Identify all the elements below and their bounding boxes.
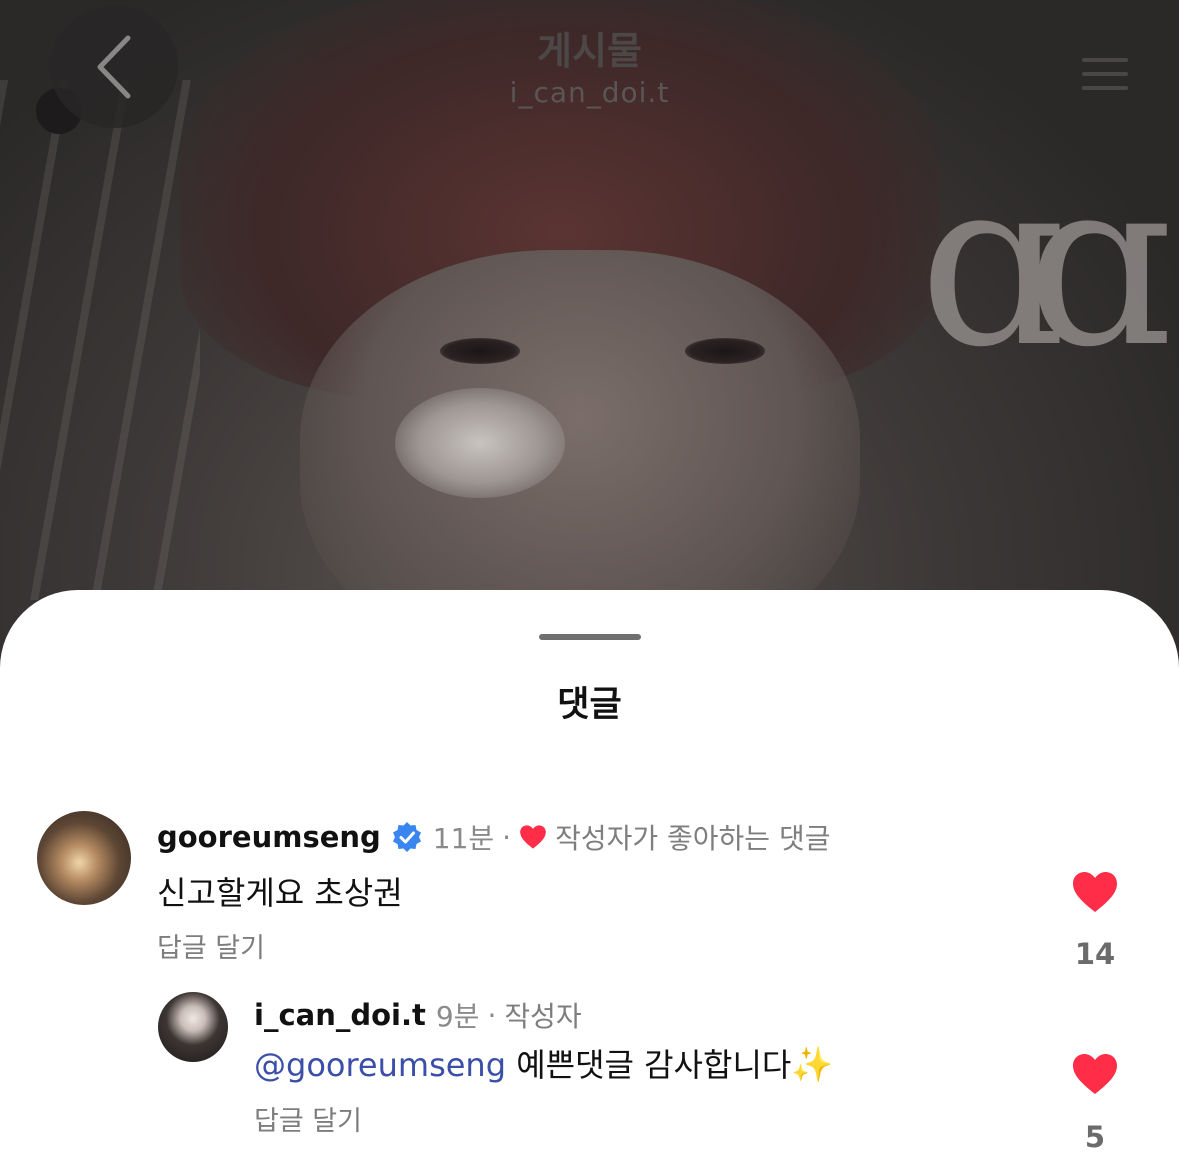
- comment-header: i_can_doi.t 9분 · 작성자: [254, 995, 582, 1035]
- like-heart-icon[interactable]: [1071, 1052, 1119, 1096]
- mention-link[interactable]: @gooreumseng: [254, 1046, 506, 1084]
- post-photo-eye-right: [685, 338, 765, 364]
- separator-dot: ·: [487, 998, 497, 1032]
- sheet-grabber[interactable]: [539, 634, 641, 640]
- comment-text: @gooreumseng 예쁜댓글 감사합니다✨: [254, 1040, 834, 1086]
- comments-sheet: 댓글 gooreumseng 11분 · 작성자가 좋아하는 댓글 신고할게요 …: [0, 590, 1179, 1153]
- comment-time: 11분: [432, 822, 495, 855]
- comment-username[interactable]: gooreumseng: [157, 820, 381, 854]
- author-liked-label: 작성자가 좋아하는 댓글: [555, 822, 831, 855]
- comment-body: 예쁜댓글 감사합니다: [516, 1046, 792, 1084]
- like-count: 5: [1084, 1120, 1106, 1153]
- sheet-title: 댓글: [557, 685, 622, 725]
- post-photo-eye-left: [440, 338, 520, 364]
- avatar[interactable]: [158, 992, 228, 1062]
- like-heart-icon[interactable]: [1071, 870, 1119, 914]
- page-subtitle: i_can_doi.t: [509, 76, 670, 109]
- comment-username[interactable]: i_can_doi.t: [254, 998, 426, 1032]
- avatar[interactable]: [37, 811, 131, 905]
- heart-icon: [520, 825, 546, 849]
- page-title: 게시물: [537, 29, 642, 73]
- verified-badge-icon: [392, 822, 421, 852]
- author-badge: 작성자: [504, 1000, 582, 1033]
- hamburger-icon[interactable]: [1082, 58, 1128, 98]
- comment-text: 신고할게요 초상권: [157, 874, 403, 912]
- reply-button[interactable]: 답글 달기: [254, 1099, 362, 1138]
- comment-time: 9분: [435, 1000, 480, 1033]
- background-decoration: ɑɑ: [919, 131, 1173, 398]
- reply-button[interactable]: 답글 달기: [157, 926, 265, 965]
- post-photo-glare: [395, 388, 565, 498]
- separator-dot: ·: [502, 820, 512, 854]
- comment-header: gooreumseng 11분 · 작성자가 좋아하는 댓글: [157, 817, 830, 857]
- sparkles-emoji: ✨: [791, 1045, 834, 1085]
- like-count: 14: [1074, 937, 1116, 971]
- background-pattern: [0, 80, 200, 600]
